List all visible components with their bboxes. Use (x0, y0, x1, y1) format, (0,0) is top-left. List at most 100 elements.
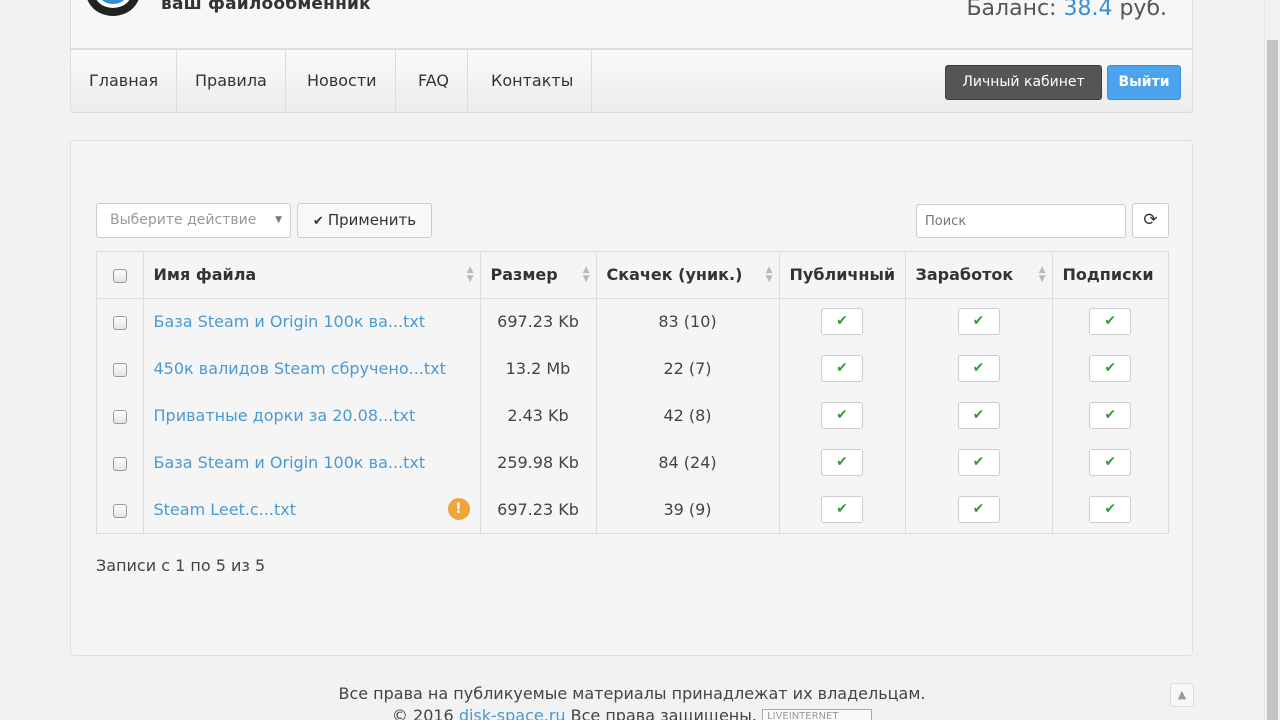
subscriptions-cell: ✔ (1052, 439, 1168, 486)
column-header-label: Имя файла (153, 265, 257, 285)
column-header-earnings[interactable]: Заработок ▲ ▼ (905, 252, 1053, 299)
row-select-cell (97, 345, 144, 392)
row-select-cell (97, 298, 144, 345)
vertical-scrollbar[interactable] (1264, 0, 1280, 720)
subscriptions-cell: ✔ (1052, 392, 1168, 439)
public-cell: ✔ (779, 298, 906, 345)
public-toggle-button[interactable]: ✔ (821, 308, 863, 336)
downloads-cell: 83 (10) (596, 298, 780, 345)
earnings-toggle-button[interactable]: ✔ (957, 402, 1000, 429)
column-header-label: Заработок (915, 265, 1014, 285)
row-checkbox[interactable] (112, 456, 127, 471)
checkmark-icon: ✔ (1104, 454, 1117, 470)
table-header-row: Имя файла ▲ ▼ Размер ▲ ▼ Скачек (уник.) ▲ ▼ Пу… (97, 252, 1168, 299)
nav-item-rules[interactable]: Правила (177, 50, 286, 112)
public-toggle-button[interactable]: ✔ (821, 355, 863, 382)
main-navbar: Главная Правила Новости FAQ Контакты Лич… (70, 49, 1193, 113)
public-cell: ✔ (779, 439, 906, 486)
site-link[interactable]: disk-space.ru (459, 706, 566, 720)
downloads-cell: 39 (9) (596, 486, 780, 533)
action-select[interactable]: Выберите действие ▼ (96, 203, 291, 238)
personal-cabinet-button[interactable]: Личный кабинет (945, 65, 1102, 100)
public-toggle-button[interactable]: ✔ (821, 496, 863, 523)
checkmark-icon: ✔ (836, 454, 848, 470)
site-header: ваш файлообменник Баланс: 38.4 руб. (70, 0, 1193, 49)
sort-icon: ▲ ▼ (1038, 265, 1046, 284)
file-link[interactable]: 450к валидов Steam сбручено...txt (154, 359, 446, 378)
column-header-label: Публичный (789, 265, 896, 285)
public-cell: ✔ (779, 392, 906, 439)
scrollbar-thumb[interactable] (1267, 40, 1278, 720)
row-select-cell (97, 392, 144, 439)
nav-item-faq[interactable]: FAQ (400, 50, 468, 112)
table-row: Приватные дорки за 20.08...txt 2.43 Kb 4… (97, 392, 1168, 439)
nav-item-home[interactable]: Главная (71, 50, 178, 112)
earnings-cell: ✔ (905, 345, 1053, 392)
size-cell: 259.98 Kb (480, 439, 597, 486)
rights-text: Все права защищены. (570, 706, 757, 720)
column-header-downloads[interactable]: Скачек (уник.) ▲ ▼ (596, 252, 780, 299)
checkmark-icon: ✔ (972, 454, 985, 470)
select-all-cell (97, 252, 144, 299)
checkmark-icon: ✔ (972, 360, 985, 376)
scroll-to-top-button[interactable]: ▲ (1170, 683, 1194, 707)
liveinternet-counter[interactable]: LIVEINTERNET (762, 708, 873, 720)
row-checkbox[interactable] (112, 503, 127, 518)
subscriptions-toggle-button[interactable]: ✔ (1089, 308, 1132, 336)
logo-text[interactable]: ваш файлообменник (161, 0, 371, 14)
apply-button[interactable]: ✔ Применить (297, 203, 432, 238)
column-header-filename[interactable]: Имя файла ▲ ▼ (143, 252, 481, 299)
earnings-toggle-button[interactable]: ✔ (957, 449, 1000, 476)
size-cell: 697.23 Kb (480, 298, 597, 345)
subscriptions-toggle-button[interactable]: ✔ (1089, 402, 1132, 429)
public-cell: ✔ (779, 345, 906, 392)
filename-cell: База Steam и Origin 100к ва...txt (143, 439, 481, 486)
file-link[interactable]: Steam Leet.c...txt (154, 500, 297, 519)
public-toggle-button[interactable]: ✔ (821, 449, 863, 476)
row-select-cell (97, 439, 144, 486)
logout-button[interactable]: Выйти (1107, 65, 1181, 100)
size-cell: 13.2 Mb (480, 345, 597, 392)
checkmark-icon: ✔ (972, 313, 985, 330)
refresh-button[interactable]: ⟳ (1132, 203, 1169, 238)
select-all-checkbox[interactable] (112, 268, 127, 283)
row-checkbox[interactable] (112, 362, 127, 377)
file-link[interactable]: Приватные дорки за 20.08...txt (154, 406, 416, 425)
size-cell: 697.23 Kb (480, 486, 597, 533)
refresh-icon: ⟳ (1143, 210, 1158, 230)
nav-item-contacts[interactable]: Контакты (473, 50, 593, 112)
search-input[interactable] (916, 204, 1126, 238)
table-row: Steam Leet.c...txt! 697.23 Kb 39 (9) ✔ ✔… (97, 486, 1168, 533)
footer-disclaimer: Все права на публикуемые материалы прина… (338, 684, 926, 703)
footer-copyright: © 2016 disk-space.ru Все права защищены.… (0, 706, 1264, 720)
subscriptions-toggle-button[interactable]: ✔ (1089, 355, 1132, 382)
earnings-toggle-button[interactable]: ✔ (957, 308, 1000, 336)
subscriptions-toggle-button[interactable]: ✔ (1089, 449, 1132, 476)
checkmark-icon: ✔ (1104, 313, 1117, 330)
checkmark-icon: ✔ (1104, 407, 1117, 423)
subscriptions-toggle-button[interactable]: ✔ (1089, 496, 1132, 523)
checkmark-icon: ✔ (836, 313, 848, 330)
earnings-toggle-button[interactable]: ✔ (957, 355, 1000, 382)
earnings-toggle-button[interactable]: ✔ (957, 496, 1000, 523)
table-row: База Steam и Origin 100к ва...txt 259.98… (97, 439, 1168, 486)
file-link[interactable]: База Steam и Origin 100к ва...txt (154, 312, 426, 331)
column-header-size[interactable]: Размер ▲ ▼ (480, 252, 597, 299)
files-table: Имя файла ▲ ▼ Размер ▲ ▼ Скачек (уник.) ▲ ▼ Пу… (96, 251, 1169, 534)
column-header-label: Скачек (уник.) (606, 265, 743, 285)
sort-icon: ▲ ▼ (582, 265, 590, 284)
warning-icon[interactable]: ! (447, 498, 470, 520)
checkmark-icon: ✔ (1104, 501, 1117, 517)
filename-cell: База Steam и Origin 100к ва...txt (143, 298, 481, 345)
column-header-public: Публичный (779, 252, 906, 299)
downloads-cell: 22 (7) (596, 345, 780, 392)
balance: Баланс: 38.4 руб. (966, 0, 1167, 21)
row-checkbox[interactable] (112, 315, 127, 330)
earnings-cell: ✔ (905, 486, 1053, 533)
logo-icon[interactable] (86, 0, 140, 16)
public-toggle-button[interactable]: ✔ (821, 402, 863, 429)
nav-item-news[interactable]: Новости (289, 50, 396, 112)
row-checkbox[interactable] (112, 409, 127, 424)
earnings-cell: ✔ (905, 439, 1053, 486)
file-link[interactable]: База Steam и Origin 100к ва...txt (154, 453, 426, 472)
